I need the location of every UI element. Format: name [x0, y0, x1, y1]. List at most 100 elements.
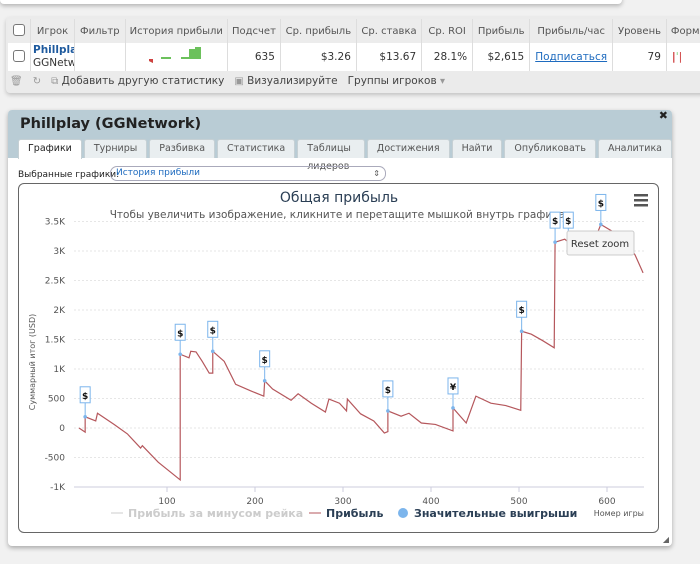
tab-statistics[interactable]: Статистика [217, 139, 296, 158]
profit-series-line [78, 223, 644, 482]
profit-sparkline [125, 43, 228, 71]
resize-handle-icon[interactable]: ◢ [663, 535, 669, 544]
y-tick-label: -500 [45, 454, 66, 464]
big-win-flag[interactable]: $ [595, 193, 607, 227]
caret-down-icon: ▾ [440, 76, 446, 87]
col-header[interactable]: Игрок [30, 19, 75, 43]
row-checkbox[interactable] [13, 49, 25, 62]
y-tick-label: 1.5K [45, 336, 66, 346]
filter-cell [74, 43, 126, 71]
big-win-point [553, 240, 557, 244]
profit-cell: $2,615 [472, 43, 531, 71]
big-win-flag[interactable]: $ [174, 323, 186, 357]
flag-label: $ [385, 386, 391, 396]
col-header[interactable]: Форм [666, 19, 700, 43]
x-tick-label: 200 [246, 497, 263, 507]
y-tick-label: 0 [59, 424, 65, 434]
col-header[interactable]: Прибыль [472, 19, 531, 43]
flag-label: $ [210, 326, 216, 336]
chart-title: Общая прибыль [280, 190, 398, 206]
level-cell: 79 [612, 43, 667, 71]
tab-breakdown[interactable]: Разбивка [149, 139, 216, 158]
avg-stake-cell: $13.67 [356, 43, 423, 71]
tab-publish[interactable]: Опубликовать [504, 139, 596, 158]
tab-charts[interactable]: Графики [18, 139, 82, 159]
player-cell: Phillplay GGNetwo [30, 43, 75, 71]
flag-label: $ [177, 329, 183, 339]
col-header[interactable]: Фильтр [74, 19, 126, 43]
col-header[interactable]: Ср. ROI [421, 19, 474, 43]
selected-charts-label: Выбранные графики: [18, 170, 120, 180]
x-tick-label: 300 [334, 497, 351, 507]
y-tick-label: 3.5K [45, 218, 66, 228]
tab-find[interactable]: Найти [451, 139, 503, 158]
big-win-flag[interactable]: $ [79, 386, 91, 419]
menu-icon[interactable] [634, 194, 648, 207]
player-name-link[interactable]: Phillplay [33, 44, 74, 57]
legend-item-rake[interactable]: Прибыль за минусом рейка [128, 507, 303, 520]
select-arrows-icon: ⇕ [373, 169, 380, 178]
col-header[interactable]: История прибыли [125, 19, 228, 43]
col-header[interactable]: Подсчет [227, 19, 281, 43]
tab-analytics[interactable]: Аналитика [597, 139, 672, 158]
col-header[interactable]: Прибыль/час [529, 19, 614, 43]
big-win-point [386, 409, 390, 413]
stats-table: Игрок Фильтр История прибыли Подсчет Ср.… [8, 19, 700, 71]
widget-title: Phillplay (GGNetwork) [20, 116, 202, 132]
subscribe-link[interactable]: Подписаться [535, 51, 607, 63]
flag-label: $ [262, 356, 268, 366]
legend-item-profit[interactable]: Прибыль [326, 507, 383, 520]
add-stat-button[interactable]: ⧉ Добавить другую статистику [51, 75, 224, 87]
tab-achievements[interactable]: Достижения [366, 139, 450, 158]
tab-tournaments[interactable]: Турниры [83, 139, 148, 158]
big-win-flag[interactable]: $ [516, 300, 528, 334]
y-tick-label: 2K [53, 306, 66, 316]
x-tick-label: 400 [422, 497, 439, 507]
big-win-point [599, 222, 603, 227]
trash-icon[interactable]: 🗑 [10, 76, 23, 87]
avg-profit-cell: $3.26 [280, 43, 357, 71]
y-tick-label: 3K [53, 247, 66, 257]
col-header[interactable]: Ср. ставка [356, 19, 423, 43]
visualize-button[interactable]: ▣ Визуализируйте [234, 75, 337, 87]
y-tick-label: -1K [50, 483, 66, 493]
count-cell: 635 [227, 43, 281, 71]
big-win-flag[interactable]: $ [207, 320, 219, 354]
flag-label: $ [519, 306, 525, 316]
row-select-cell [8, 43, 31, 71]
flag-label: $ [82, 392, 88, 402]
x-axis-label: Номер игры [594, 509, 644, 518]
big-win-point [83, 414, 87, 419]
col-header[interactable]: Ср. прибыль [280, 19, 357, 43]
chart-select[interactable]: История прибыли ⇕ [110, 166, 386, 181]
select-all-header [8, 19, 31, 43]
big-win-flag[interactable]: $ [259, 350, 271, 383]
x-tick-label: 500 [510, 497, 527, 507]
table-toolbar: 🗑 ↻ ⧉ Добавить другую статистику ▣ Визуа… [10, 71, 445, 91]
big-win-flag[interactable]: $ [382, 380, 394, 413]
big-win-point [178, 352, 182, 357]
legend: Прибыль за минусом рейка Прибыль Значите… [111, 507, 644, 520]
form-cell: |ˈ| [666, 43, 700, 71]
chart-subtitle: Чтобы увеличить изображение, кликните и … [110, 209, 569, 221]
col-header[interactable]: Уровень [612, 19, 667, 43]
close-icon[interactable]: ✖ [659, 110, 668, 122]
chart-container: Общая прибыль Чтобы увеличить изображени… [18, 183, 659, 533]
legend-item-big-wins[interactable]: Значительные выигрыши [414, 507, 577, 520]
player-groups-label: Группы игроков [347, 75, 437, 87]
big-win-point [262, 379, 267, 383]
profit-chart[interactable]: Общая прибыль Чтобы увеличить изображени… [19, 184, 658, 532]
y-tick-label: 1K [53, 365, 66, 375]
player-groups-dropdown[interactable]: Группы игроков ▾ [348, 75, 445, 87]
big-win-point [210, 349, 215, 354]
reset-zoom-button[interactable]: Reset zoom [566, 230, 635, 256]
refresh-icon[interactable]: ↻ [33, 76, 41, 87]
widget-tabs: Графики Турниры Разбивка Статистика Табл… [18, 139, 672, 172]
big-win-flag[interactable]: $ [549, 211, 561, 244]
player-network: GGNetwo [33, 57, 74, 69]
chart-select-value: История прибыли [116, 168, 200, 178]
tab-leaderboards[interactable]: Таблицы лидеров [297, 139, 365, 172]
table-row: Phillplay GGNetwo 635 $3.26 $13.67 28.1%… [8, 43, 700, 71]
select-all-checkbox[interactable] [13, 23, 25, 36]
big-win-flag[interactable]: ¥ [447, 377, 459, 410]
